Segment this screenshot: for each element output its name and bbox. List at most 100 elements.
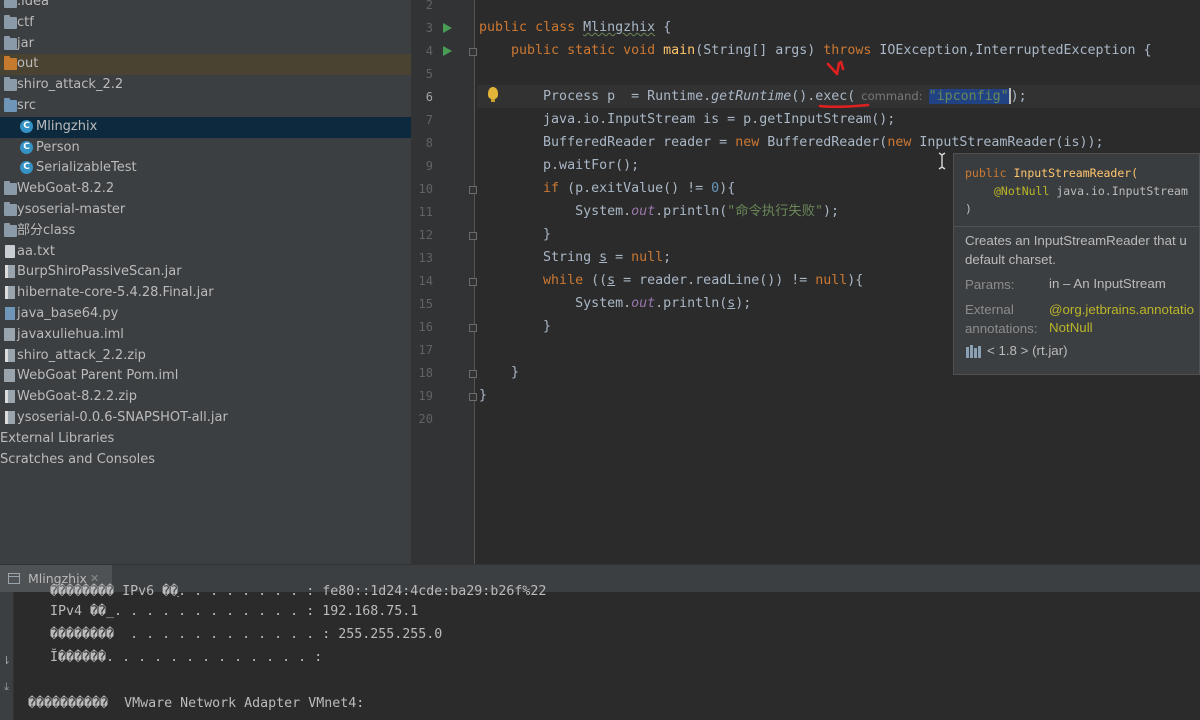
line-number: 10: [411, 178, 477, 201]
folder-icon: [4, 0, 17, 8]
java-class-icon: C: [20, 161, 33, 175]
fold-icon[interactable]: [469, 370, 477, 378]
jar-file-icon: [5, 286, 15, 300]
text-file-icon: [5, 244, 15, 258]
parameter-hint: command:: [857, 89, 927, 103]
line-number: 20: [418, 412, 433, 426]
line-number: 11: [418, 205, 433, 219]
code-line-14: while ((s = reader.readLine()) != null){: [543, 273, 864, 288]
tree-item-shiro-attack-zip[interactable]: shiro_attack_2.2.zip: [0, 346, 411, 367]
code-line-19: }: [479, 388, 488, 403]
tree-item-mlingzhix[interactable]: C Mlingzhix: [0, 116, 411, 138]
doc-params-key: Params:: [965, 277, 1015, 292]
doc-params-value: in – An InputStream: [1049, 276, 1166, 291]
run-main-icon[interactable]: [443, 46, 452, 56]
java-class-icon: C: [20, 119, 33, 133]
tree-item-ctf[interactable]: ctf: [0, 13, 411, 34]
jar-file-icon: [5, 411, 15, 424]
console-line: Ĭ������. . . . . . . . . . . . . :: [26, 650, 323, 665]
tree-item-jar[interactable]: jar: [0, 34, 411, 55]
line-number: 14: [411, 270, 477, 293]
code-line-4: public static void main(String[] args) t…: [511, 43, 1152, 58]
doc-description: Creates an InputStreamReader that u: [965, 233, 1187, 248]
fold-icon[interactable]: [469, 186, 477, 194]
tree-item-out[interactable]: out: [0, 54, 411, 76]
line-number: 5: [425, 67, 433, 81]
tree-item-java-base64-py[interactable]: java_base64.py: [0, 304, 411, 325]
tree-item-ysoserial-master[interactable]: ysoserial-master: [0, 200, 411, 221]
console-icon: [8, 573, 20, 584]
code-line-3: public class Mlingzhix {: [479, 20, 672, 35]
module-file-icon: [4, 369, 15, 383]
fold-icon[interactable]: [469, 48, 477, 56]
red-arrow-annotation: [826, 60, 845, 76]
fold-icon[interactable]: [469, 278, 477, 286]
tree-item-partial-class[interactable]: 部分class: [0, 221, 411, 242]
line-number: 16: [411, 316, 477, 339]
line-number: 19: [411, 385, 477, 408]
tree-item-ysoserial-jar[interactable]: ysoserial-0.0.6-SNAPSHOT-all.jar: [0, 408, 411, 429]
code-line-13: String s = null;: [543, 250, 672, 265]
doc-external-value[interactable]: @org.jetbrains.annotatio: [1049, 302, 1194, 317]
code-line-9: p.waitFor();: [543, 158, 640, 173]
line-number: 7: [425, 113, 433, 127]
tree-item-hibernate-jar[interactable]: hibernate-core-5.4.28.Final.jar: [0, 283, 411, 304]
run-class-icon[interactable]: [443, 23, 452, 33]
tree-item-shiro-attack[interactable]: shiro_attack_2.2: [0, 75, 411, 96]
tree-item-aa-txt[interactable]: aa.txt: [0, 242, 411, 263]
tree-item-external-libraries[interactable]: External Libraries: [0, 429, 411, 450]
doc-description-cont: default charset.: [965, 252, 1056, 267]
line-number: 17: [418, 343, 433, 357]
folder-icon: [4, 202, 17, 216]
doc-signature-close: ): [965, 202, 972, 216]
code-line-18: }: [511, 365, 520, 380]
code-line-10: if (p.exitValue() != 0){: [543, 181, 736, 196]
project-tool-window: .idea ctf jar out shiro_attack_2.2 src C…: [0, 0, 411, 564]
tree-item-idea[interactable]: .idea: [0, 0, 411, 13]
doc-signature: public InputStreamReader( @NotNull java.…: [954, 154, 1199, 227]
scroll-to-end-icon[interactable]: ⤓: [1, 680, 12, 693]
soft-wrap-icon[interactable]: ⇂: [1, 654, 12, 667]
line-number: 18: [411, 362, 477, 385]
source-folder-icon: [4, 98, 17, 112]
tree-item-scratches[interactable]: Scratches and Consoles: [0, 450, 411, 471]
console-toolbar: ⇂ ⤓: [0, 592, 14, 720]
editor-gutter: 2 3 4 5 6 7 8 9 10 11 12 13 14 15 16 17 …: [411, 0, 477, 564]
tree-item-burp-jar[interactable]: BurpShiroPassiveScan.jar: [0, 262, 411, 283]
mouse-ibeam-cursor-icon: [938, 152, 946, 170]
library-icon: [966, 345, 981, 358]
line-number: 2: [425, 0, 433, 12]
jar-file-icon: [5, 265, 15, 279]
tree-item-webgoat-zip[interactable]: WebGoat-8.2.2.zip: [0, 387, 411, 408]
code-line-12: }: [543, 227, 552, 242]
quick-documentation-popup[interactable]: public InputStreamReader( @NotNull java.…: [953, 153, 1200, 375]
tree-item-person[interactable]: C Person: [0, 138, 411, 159]
line-number: 13: [418, 251, 433, 265]
fold-icon[interactable]: [469, 324, 477, 332]
tree-item-serializabletest[interactable]: C SerializableTest: [0, 158, 411, 179]
archive-file-icon: [5, 348, 15, 362]
tree-item-javaxuliehua-iml[interactable]: javaxuliehua.iml: [0, 325, 411, 346]
doc-signature-line: public InputStreamReader(: [965, 166, 1139, 180]
tree-item-webgoat-pom-iml[interactable]: WebGoat Parent Pom.iml: [0, 366, 411, 387]
run-console[interactable]: ⇂ ⤓ �������� IPv6 ��ַ. . . . . . . . : f…: [0, 584, 1200, 720]
doc-signature-param: @NotNull java.io.InputStream: [994, 184, 1188, 198]
code-line-11: System.out.println("命令执行失败");: [575, 204, 840, 219]
tree-item-webgoat[interactable]: WebGoat-8.2.2: [0, 179, 411, 200]
folder-icon: [4, 14, 17, 29]
doc-annotations-key: annotations:: [965, 321, 1038, 336]
fold-icon[interactable]: [469, 393, 477, 401]
code-line-16: }: [543, 319, 552, 334]
module-file-icon: [4, 327, 15, 341]
line-number: 3: [411, 17, 475, 40]
line-number: 15: [418, 297, 433, 311]
tree-item-src[interactable]: src: [0, 96, 411, 117]
console-line: �������� . . . . . . . . . . . . : 255.2…: [26, 627, 443, 642]
fold-icon[interactable]: [469, 232, 477, 240]
code-line-7: java.io.InputStream is = p.getInputStrea…: [543, 112, 896, 127]
doc-external-annotation[interactable]: NotNull: [1049, 320, 1093, 335]
console-line: ���������� VMware Network Adapter VMnet4…: [28, 696, 365, 711]
archive-file-icon: [5, 390, 15, 404]
code-line-6: Process p = Runtime.getRuntime().exec(co…: [543, 88, 1027, 104]
line-number: 12: [411, 224, 477, 247]
